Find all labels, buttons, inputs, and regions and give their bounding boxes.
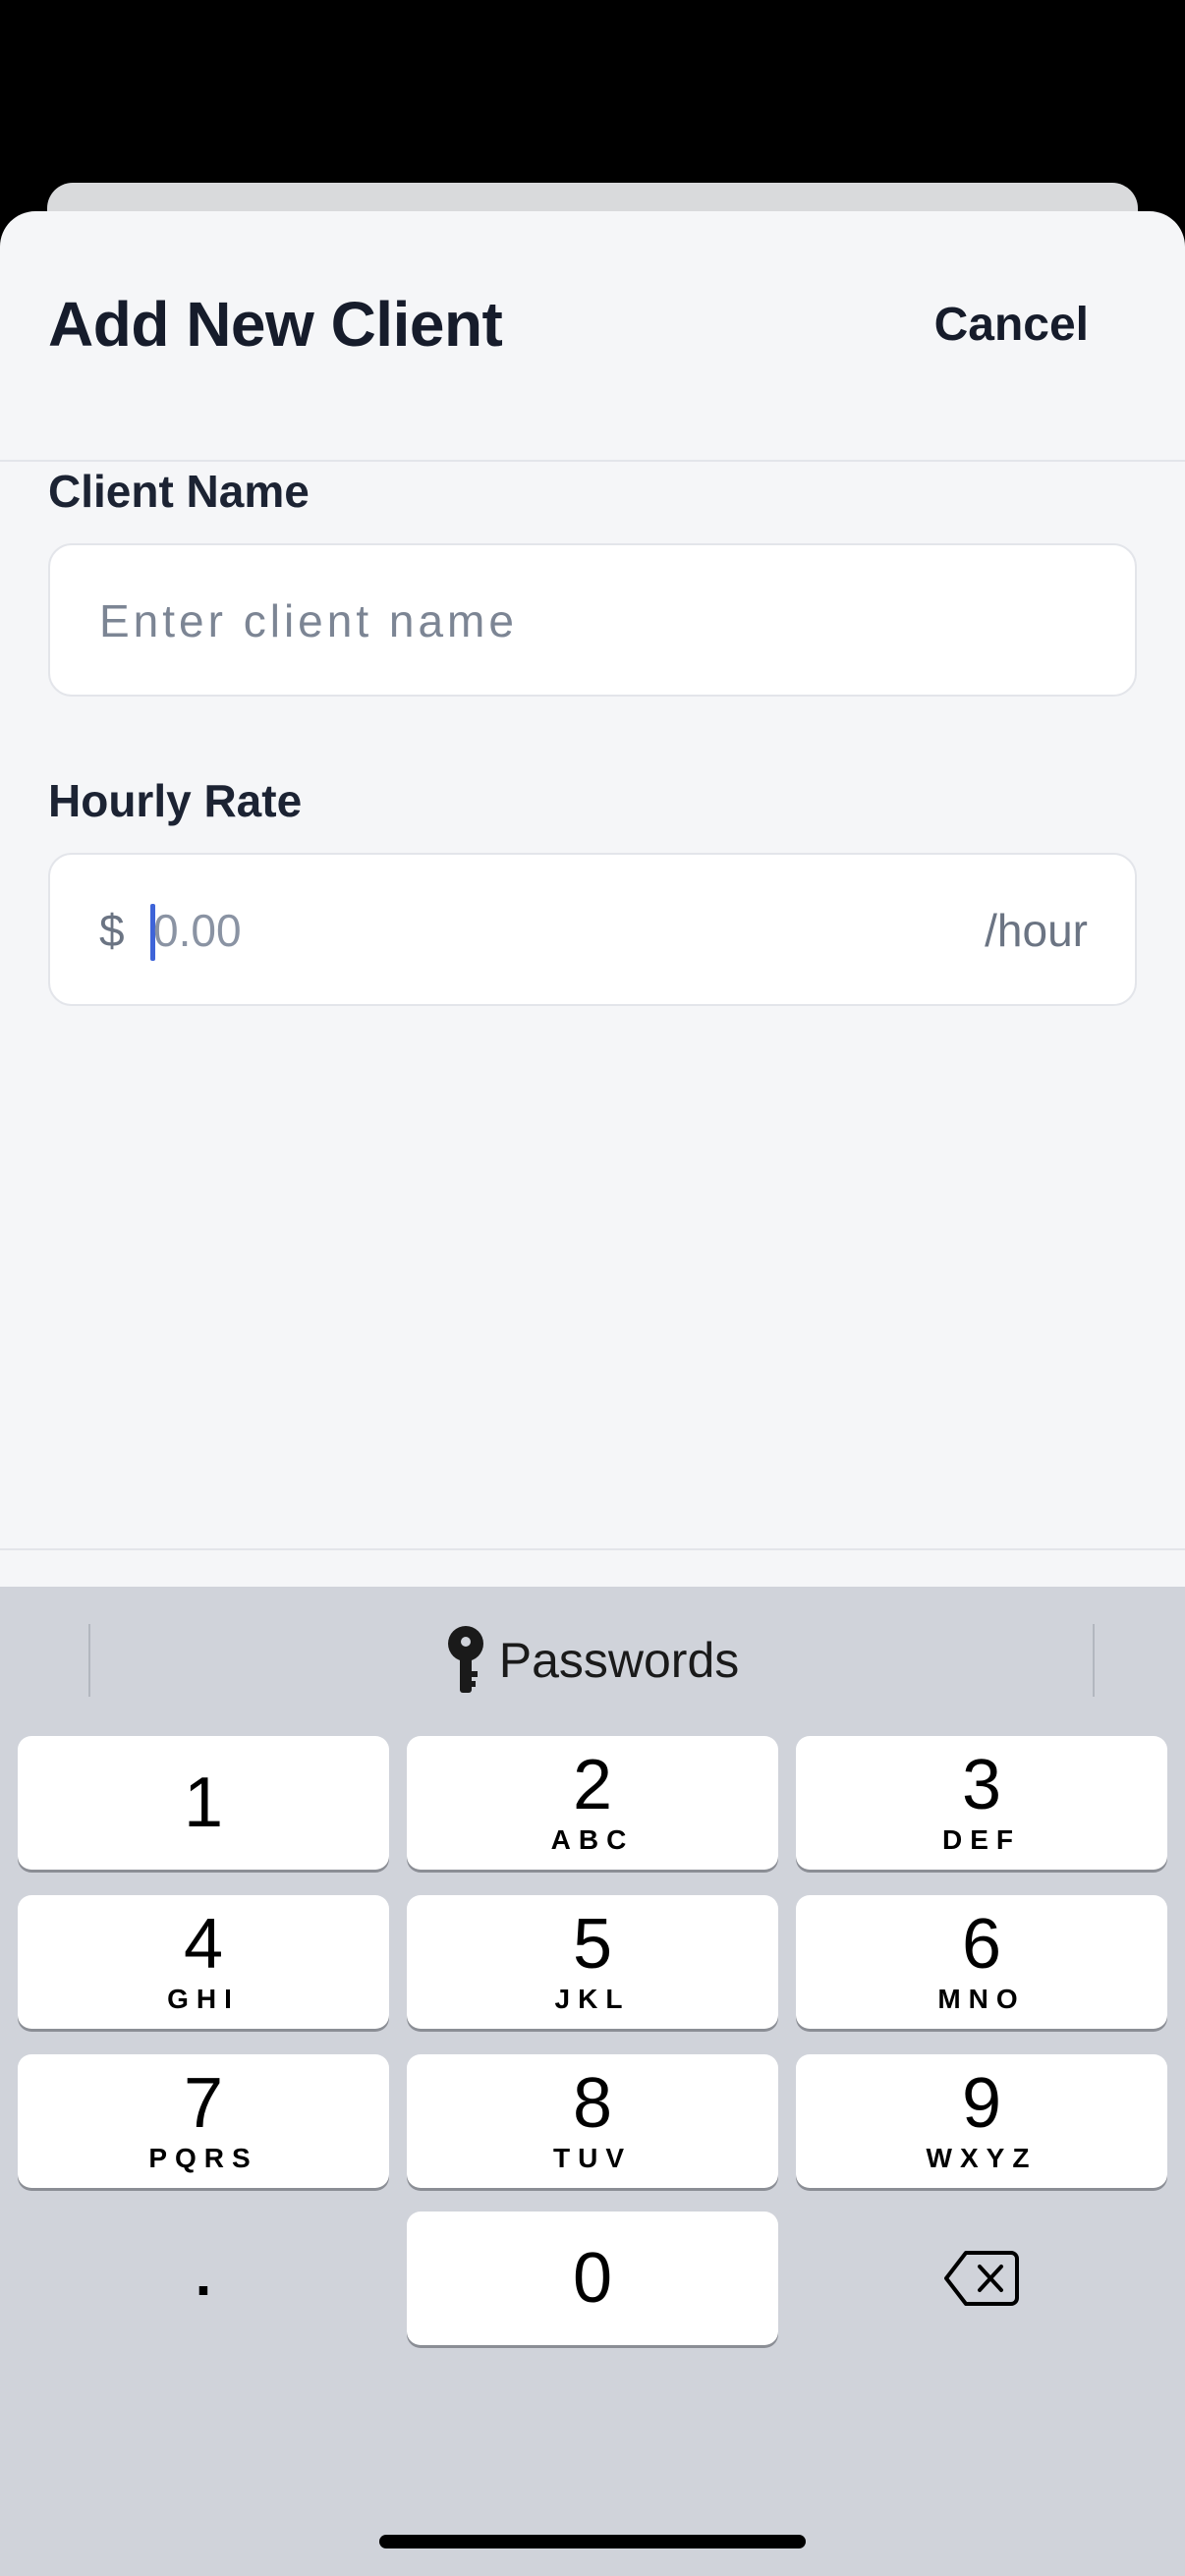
key-digit: 9 [961,2064,1002,2143]
client-name-placeholder: Enter client name [99,595,518,646]
hourly-rate-placeholder: 0.00 [153,905,242,956]
numeric-keyboard: Passwords 1 2 ABC 3 DEF 4 GHI 5 JKL 6 MN… [0,1587,1185,2576]
header-divider [0,460,1185,462]
key-letters: DEF [942,1824,1021,1855]
hourly-rate-label: Hourly Rate [48,775,303,826]
backspace-icon [944,2251,1019,2306]
key-letters: PQRS [148,2143,258,2173]
key-digit: 1 [183,1764,224,1842]
key-digit: 2 [572,1746,613,1824]
key-digit: 8 [572,2064,613,2143]
key-digit: 4 [183,1905,224,1984]
key-1[interactable]: 1 [18,1736,389,1870]
key-icon [447,1626,483,1693]
key-letters: JKL [554,1984,631,2014]
page-title: Add New Client [48,289,503,360]
decimal-label: . [195,2242,212,2308]
key-digit: 0 [572,2239,613,2318]
key-3[interactable]: 3 DEF [796,1736,1167,1870]
key-5[interactable]: 5 JKL [407,1895,778,2029]
key-digit: 5 [572,1905,613,1984]
key-7[interactable]: 7 PQRS [18,2054,389,2188]
passwords-button[interactable]: Passwords [0,1616,1185,1705]
cancel-button[interactable]: Cancel [934,298,1089,352]
decimal-key[interactable]: . [18,2212,389,2345]
client-name-label: Client Name [48,466,310,517]
key-letters: ABC [550,1824,635,1855]
key-letters: MNO [937,1984,1026,2014]
key-0[interactable]: 0 [407,2212,778,2345]
passwords-label: Passwords [498,1633,740,1688]
key-8[interactable]: 8 TUV [407,2054,778,2188]
currency-symbol: $ [99,905,125,956]
hourly-rate-input[interactable]: $ 0.00 /hour [48,853,1137,1006]
key-digit: 7 [183,2064,224,2143]
add-client-sheet: Add New Client Cancel Client Name Enter … [0,211,1185,1587]
key-4[interactable]: 4 GHI [18,1895,389,2029]
client-name-input[interactable]: Enter client name [48,543,1137,697]
key-digit: 3 [961,1746,1002,1824]
key-2[interactable]: 2 ABC [407,1736,778,1870]
key-letters: GHI [167,1984,240,2014]
key-digit: 6 [961,1905,1002,1984]
key-letters: WXYZ [926,2143,1038,2173]
home-indicator[interactable] [379,2535,806,2548]
sheet-divider [0,1548,1185,1550]
key-9[interactable]: 9 WXYZ [796,2054,1167,2188]
key-6[interactable]: 6 MNO [796,1895,1167,2029]
key-letters: TUV [553,2143,632,2173]
delete-key[interactable] [796,2212,1167,2345]
rate-unit: /hour [985,905,1088,956]
